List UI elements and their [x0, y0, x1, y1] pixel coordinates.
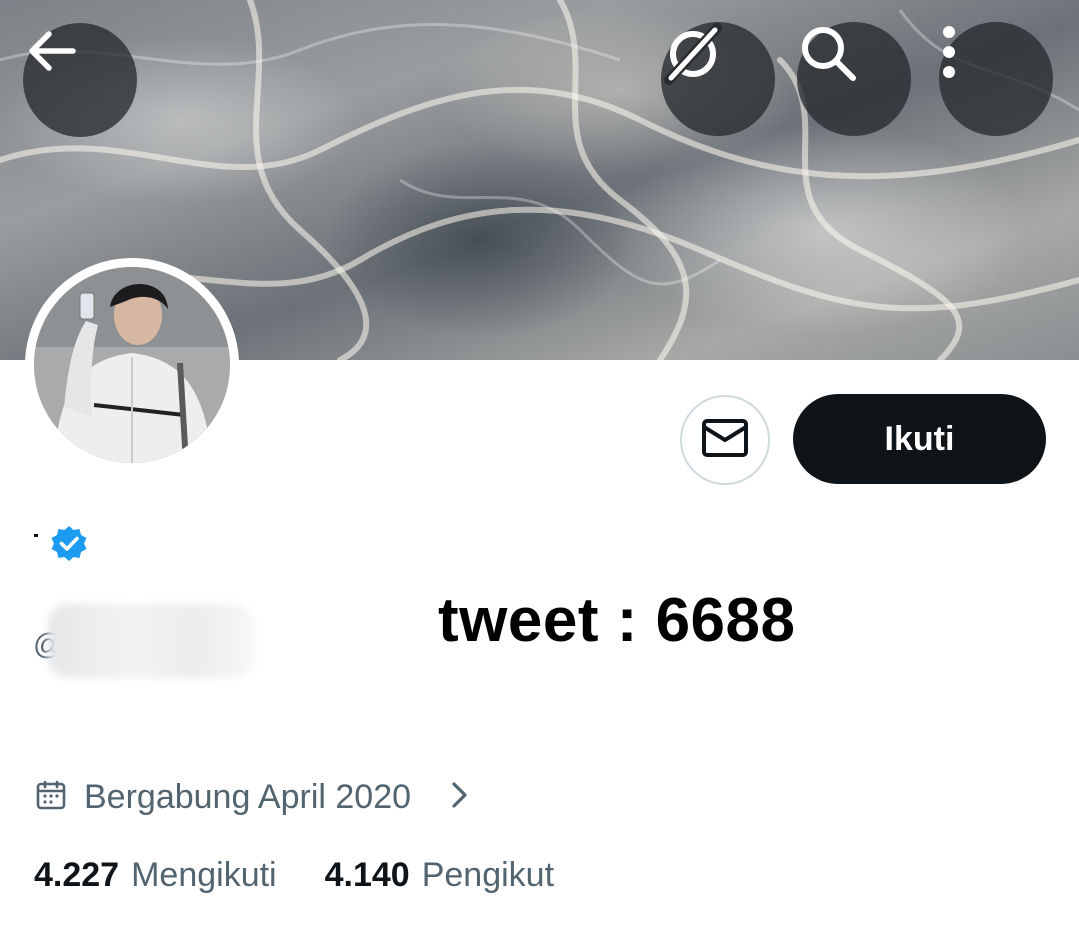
display-name-redacted — [34, 534, 38, 537]
verified-badge-icon[interactable] — [49, 524, 89, 569]
profile-page: Ikuti @ tweet : 6688 Bergabung April 202… — [0, 0, 1079, 940]
avatar-photo — [34, 267, 230, 463]
chevron-right-icon[interactable] — [448, 780, 472, 815]
handle-redacted — [48, 604, 254, 678]
message-button[interactable] — [680, 395, 770, 485]
back-button[interactable] — [23, 23, 137, 137]
joined-date[interactable]: Bergabung April 2020 — [36, 778, 411, 817]
following-count: 4.227 — [34, 856, 120, 894]
grok-button[interactable] — [661, 22, 775, 136]
more-options-button[interactable] — [939, 22, 1053, 136]
follow-stats: 4.227 Mengikuti 4.140 Pengikut — [34, 856, 554, 895]
followers-link[interactable]: 4.140 Pengikut — [325, 856, 554, 895]
followers-count: 4.140 — [324, 856, 410, 894]
following-link[interactable]: 4.227 Mengikuti — [34, 856, 277, 895]
followers-label: Pengikut — [421, 856, 555, 894]
mail-icon — [701, 418, 749, 463]
tweet-count-label: tweet : 6688 — [438, 586, 796, 655]
joined-text: Bergabung April 2020 — [84, 778, 412, 816]
following-label: Mengikuti — [131, 856, 277, 894]
search-button[interactable] — [797, 22, 911, 136]
follow-button[interactable]: Ikuti — [793, 394, 1046, 484]
avatar[interactable] — [25, 258, 239, 472]
calendar-icon — [36, 780, 66, 815]
